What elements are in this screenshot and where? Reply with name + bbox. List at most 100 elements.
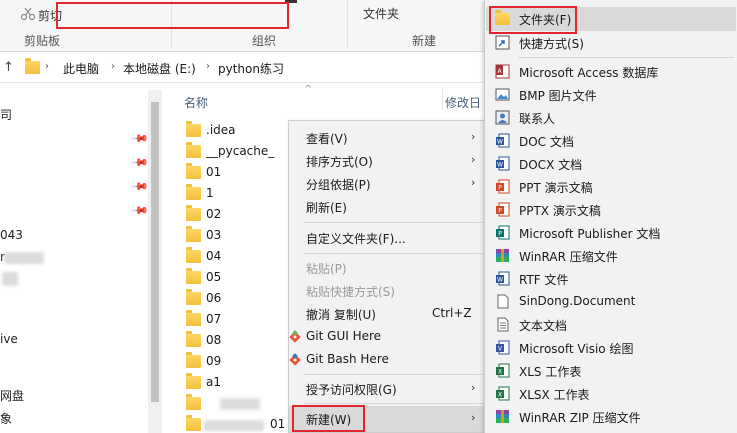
column-header-name[interactable]: 名称 bbox=[184, 94, 208, 111]
folder-item-highlight-box bbox=[489, 6, 577, 34]
submenu-item-label: PPT 演示文稿 bbox=[519, 181, 593, 195]
svg-text:X: X bbox=[498, 392, 502, 399]
file-name: 01 bbox=[206, 165, 222, 179]
document-icon bbox=[497, 294, 509, 309]
submenu-item-contact[interactable]: 联系人 bbox=[486, 106, 736, 129]
chevron-right-icon[interactable]: › bbox=[45, 61, 49, 72]
folder-icon bbox=[186, 205, 201, 221]
nav-item[interactable]: 043 bbox=[0, 228, 23, 242]
svg-text:W: W bbox=[497, 139, 503, 146]
blurred-text bbox=[2, 272, 18, 286]
submenu-item-xls[interactable]: X XLS 工作表 bbox=[486, 359, 736, 382]
file-name: 08 bbox=[206, 333, 222, 347]
list-item[interactable]: 1 bbox=[186, 184, 286, 205]
chevron-right-icon[interactable]: › bbox=[206, 61, 210, 72]
file-name: 1 bbox=[206, 186, 214, 200]
submenu-item-winrar[interactable]: WinRAR 压缩文件 bbox=[486, 244, 736, 267]
folder-icon bbox=[186, 310, 201, 326]
nav-item[interactable]: 网盘 bbox=[0, 387, 24, 404]
menu-item-sort-by[interactable]: 排序方式(O) › bbox=[289, 149, 491, 172]
folder-icon bbox=[186, 247, 201, 263]
pin-icon: 📌 bbox=[130, 153, 150, 172]
menu-item-label: Git Bash Here bbox=[306, 352, 389, 366]
shortcut-icon bbox=[495, 35, 510, 50]
publisher-icon: P bbox=[496, 225, 510, 240]
menu-item-refresh[interactable]: 刷新(E) bbox=[289, 195, 491, 218]
file-name: 04 bbox=[206, 249, 222, 263]
submenu-item-text[interactable]: 文本文档 bbox=[486, 313, 736, 336]
contact-icon bbox=[495, 110, 510, 125]
list-item[interactable]: __pycache_ bbox=[186, 142, 286, 163]
submenu-item-rtf[interactable]: W RTF 文件 bbox=[486, 267, 736, 290]
folder-icon bbox=[186, 163, 201, 179]
menu-item-label: Git GUI Here bbox=[306, 329, 382, 343]
blurred-text bbox=[204, 420, 264, 431]
submenu-item-pptx[interactable]: P PPTX 演示文稿 bbox=[486, 198, 736, 221]
new-menu-highlight-box bbox=[292, 405, 365, 432]
submenu-item-label: WinRAR ZIP 压缩文件 bbox=[519, 411, 641, 425]
blurred-text bbox=[220, 398, 260, 410]
breadcrumb-this-pc[interactable]: 此电脑 bbox=[63, 60, 99, 77]
list-item[interactable]: 02 bbox=[186, 205, 286, 226]
list-item[interactable]: 04 bbox=[186, 247, 286, 268]
submenu-item-label: XLSX 工作表 bbox=[519, 388, 590, 402]
powerpoint-icon: P bbox=[496, 179, 510, 194]
submenu-item-publisher[interactable]: P Microsoft Publisher 文档 bbox=[486, 221, 736, 244]
submenu-item-bmp[interactable]: BMP 图片文件 bbox=[486, 83, 736, 106]
folder-icon bbox=[186, 268, 201, 284]
submenu-item-doc[interactable]: W DOC 文档 bbox=[486, 129, 736, 152]
menu-item-group-by[interactable]: 分组依据(P) › bbox=[289, 172, 491, 195]
submenu-item-winrar-zip[interactable]: WinRAR ZIP 压缩文件 bbox=[486, 405, 736, 428]
menu-item-git-bash[interactable]: Git Bash Here bbox=[289, 348, 491, 371]
menu-item-git-gui[interactable]: Git GUI Here bbox=[289, 325, 491, 348]
navigation-pane: 司 📌 📌 📌 📌 043 r ive 网盘 象 ▲ bbox=[0, 84, 162, 433]
list-item[interactable]: 07 bbox=[186, 310, 286, 331]
chevron-right-icon: › bbox=[471, 381, 476, 394]
list-item[interactable]: 01 bbox=[186, 415, 286, 433]
breadcrumb-local-disk[interactable]: 本地磁盘 (E:) bbox=[123, 60, 196, 77]
file-name: 06 bbox=[206, 291, 222, 305]
submenu-item-docx[interactable]: W DOCX 文档 bbox=[486, 152, 736, 175]
scrollbar-thumb[interactable] bbox=[151, 102, 159, 402]
svg-text:W: W bbox=[497, 162, 503, 169]
column-divider[interactable] bbox=[442, 88, 443, 110]
submenu-item-xlsx[interactable]: X XLSX 工作表 bbox=[486, 382, 736, 405]
nav-item[interactable]: 象 bbox=[0, 410, 12, 427]
breadcrumb-folder[interactable]: python练习 bbox=[218, 60, 284, 77]
word-icon: W bbox=[496, 156, 510, 171]
list-item[interactable]: .idea bbox=[186, 121, 286, 142]
submenu-item-visio[interactable]: V Microsoft Visio 绘图 bbox=[486, 336, 736, 359]
list-item[interactable]: 09 bbox=[186, 352, 286, 373]
menu-item-undo-copy[interactable]: 撤消 复制(U) Ctrl+Z bbox=[289, 302, 491, 325]
nav-item[interactable]: ive bbox=[0, 332, 18, 346]
list-item[interactable]: 05 bbox=[186, 268, 286, 289]
list-item[interactable]: 01 bbox=[186, 163, 286, 184]
menu-item-give-access[interactable]: 授予访问权限(G) › bbox=[289, 377, 491, 400]
submenu-item-label: WinRAR 压缩文件 bbox=[519, 250, 618, 264]
chevron-right-icon: › bbox=[471, 130, 476, 143]
submenu-item-sindong[interactable]: SinDong.Document bbox=[486, 290, 736, 313]
submenu-item-ppt[interactable]: P PPT 演示文稿 bbox=[486, 175, 736, 198]
list-item[interactable]: 06 bbox=[186, 289, 286, 310]
list-item[interactable]: a1 bbox=[186, 373, 286, 394]
folder-icon bbox=[186, 331, 201, 347]
submenu-item-access[interactable]: A Microsoft Access 数据库 bbox=[486, 60, 736, 83]
up-arrow-icon[interactable]: ↑ bbox=[3, 60, 14, 75]
list-item[interactable] bbox=[186, 394, 286, 415]
pin-icon: 📌 bbox=[130, 129, 150, 148]
submenu-item-label: SinDong.Document bbox=[519, 294, 636, 308]
menu-item-view[interactable]: 查看(V) › bbox=[289, 126, 491, 149]
submenu-item-shortcut[interactable]: 快捷方式(S) bbox=[486, 31, 736, 54]
new-submenu: 文件夹(F) 快捷方式(S) A Microsoft Access 数据库 BM… bbox=[484, 0, 737, 433]
menu-item-customize-folder[interactable]: 自定义文件夹(F)... bbox=[289, 226, 491, 249]
menu-item-label: 授予访问权限(G) bbox=[306, 383, 397, 397]
column-header-modified[interactable]: 修改日 bbox=[445, 94, 481, 111]
new-folder-button[interactable]: 文件夹 bbox=[363, 5, 399, 22]
menu-separator bbox=[303, 222, 489, 223]
list-item[interactable]: 08 bbox=[186, 331, 286, 352]
nav-item[interactable]: 司 bbox=[0, 106, 12, 123]
chevron-right-icon[interactable]: › bbox=[111, 61, 115, 72]
menu-item-label: 查看(V) bbox=[306, 132, 348, 146]
nav-scrollbar[interactable] bbox=[148, 90, 162, 433]
list-item[interactable]: 03 bbox=[186, 226, 286, 247]
